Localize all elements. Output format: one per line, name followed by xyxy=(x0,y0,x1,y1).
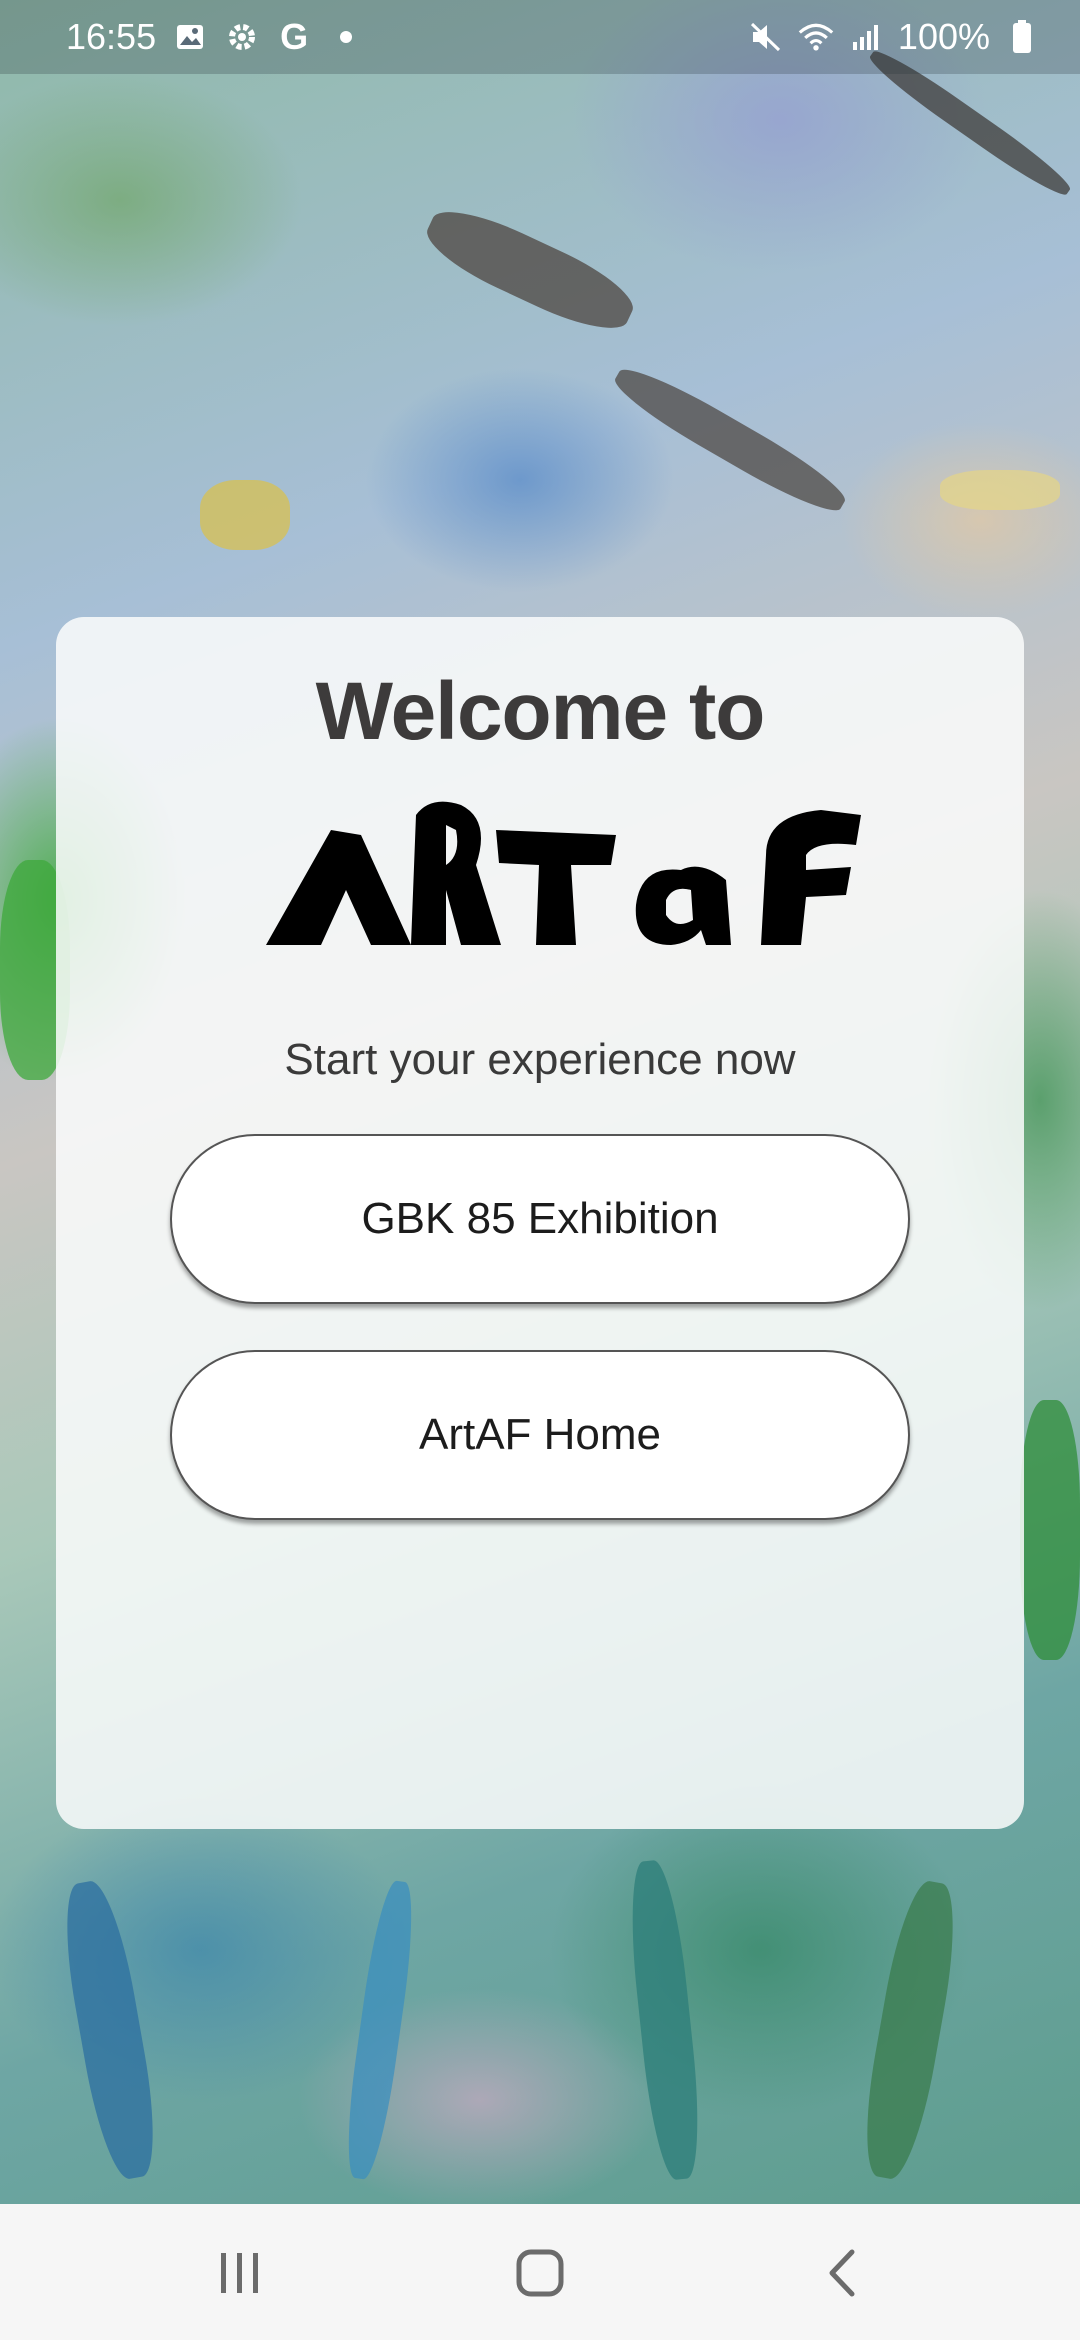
welcome-heading: Welcome to xyxy=(315,666,766,757)
app-screen: 16:55 G 100% Welcome to Start your exper… xyxy=(0,0,1080,2340)
gbk-exhibition-button[interactable]: GBK 85 Exhibition xyxy=(170,1134,910,1304)
battery-icon xyxy=(1004,19,1040,55)
gallery-icon xyxy=(172,19,208,55)
subtitle: Start your experience now xyxy=(284,1035,796,1084)
battery-percentage: 100% xyxy=(897,16,990,57)
status-right-group: 100% xyxy=(748,16,1040,58)
home-icon[interactable] xyxy=(500,2238,580,2308)
signal-icon xyxy=(848,19,884,55)
status-left-group: 16:55 G xyxy=(66,16,364,58)
clock: 16:55 xyxy=(66,16,157,57)
mute-icon xyxy=(748,19,784,55)
system-navigation-bar xyxy=(0,2204,1080,2340)
recent-apps-icon[interactable] xyxy=(200,2238,280,2308)
artaf-logo xyxy=(261,795,871,955)
back-icon[interactable] xyxy=(802,2238,882,2308)
status-bar: 16:55 G 100% xyxy=(0,0,1080,74)
google-g-icon: G xyxy=(280,16,309,57)
artaf-home-button[interactable]: ArtAF Home xyxy=(170,1350,910,1520)
notification-dot-icon xyxy=(328,19,364,55)
welcome-card: Welcome to Start your experience now GBK… xyxy=(56,617,1024,1829)
artaf-home-button-label: ArtAF Home xyxy=(418,1410,662,1459)
settings-gear-icon xyxy=(224,19,260,55)
wifi-icon xyxy=(798,19,834,55)
gbk-exhibition-button-label: GBK 85 Exhibition xyxy=(361,1194,719,1243)
